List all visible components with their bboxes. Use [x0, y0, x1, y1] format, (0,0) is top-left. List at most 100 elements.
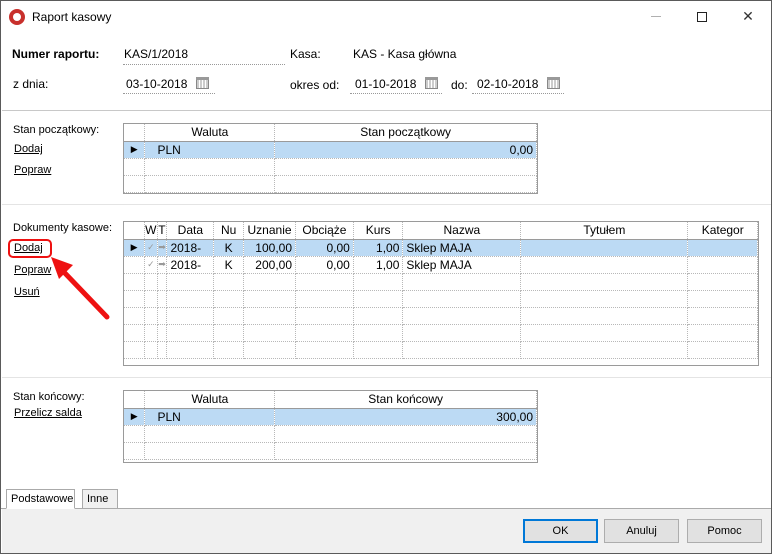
maximize-button[interactable] — [679, 1, 725, 32]
minimize-button[interactable] — [633, 1, 679, 32]
opening-edit-link[interactable]: Popraw — [14, 164, 51, 176]
column-header-t[interactable]: T — [157, 222, 168, 240]
table-row[interactable] — [124, 175, 537, 193]
close-button[interactable]: ✕ — [725, 1, 771, 32]
credit-cell: 100,00 — [243, 239, 296, 257]
minimize-icon — [651, 16, 661, 17]
number-cell: K — [213, 256, 245, 274]
table-row[interactable]: ▶ ✓ ➡ 2018- K 100,00 0,00 1,00 Sklep MAJ… — [124, 239, 758, 257]
rate-cell: 1,00 — [353, 239, 404, 257]
dialog-footer: OK Anuluj Pomoc — [2, 509, 771, 553]
arrow-icon: ➡ — [157, 239, 168, 257]
title-bar: Raport kasowy ✕ — [1, 1, 771, 32]
row-indicator-header — [124, 391, 146, 409]
documents-edit-link[interactable]: Popraw — [14, 264, 51, 276]
number-cell: K — [213, 239, 245, 257]
currency-cell: PLN — [144, 408, 276, 426]
check-icon: ✓ — [144, 239, 158, 257]
column-header-stan-poczatkowy[interactable]: Stan początkowy — [274, 124, 537, 142]
cancel-button[interactable]: Anuluj — [604, 519, 679, 543]
triangle-right-icon: ▶ — [124, 408, 146, 426]
title-cell — [520, 256, 689, 274]
section-separator — [2, 204, 771, 205]
column-header-data[interactable]: Data — [166, 222, 215, 240]
table-row[interactable]: ✓ ➡ 2018- K 200,00 0,00 1,00 Sklep MAJA — [124, 256, 758, 274]
check-icon: ✓ — [144, 256, 158, 274]
date-label: z dnia: — [13, 77, 49, 91]
table-row[interactable] — [124, 307, 758, 325]
closing-balance-label: Stan końcowy: — [13, 391, 85, 403]
report-number-label: Numer raportu: — [12, 47, 100, 61]
calendar-icon[interactable] — [425, 77, 438, 89]
date-cell: 2018- — [166, 239, 215, 257]
period-from-underline — [350, 93, 442, 94]
date-underline — [123, 93, 215, 94]
debit-cell: 0,00 — [295, 256, 354, 274]
section-separator — [2, 377, 771, 378]
name-cell: Sklep MAJA — [402, 256, 522, 274]
column-header-obciazenie[interactable]: Obciąże — [295, 222, 354, 240]
title-cell — [520, 239, 689, 257]
table-row[interactable] — [124, 442, 537, 460]
tab-podstawowe[interactable]: Podstawowe — [6, 489, 75, 509]
column-header-nu[interactable]: Nu — [213, 222, 245, 240]
maximize-icon — [697, 11, 707, 22]
column-header-uznanie[interactable]: Uznanie — [243, 222, 296, 240]
table-row[interactable] — [124, 324, 758, 342]
triangle-right-icon: ▶ — [124, 239, 146, 257]
recalculate-balances-link[interactable]: Przelicz salda — [14, 407, 82, 419]
column-header-nazwa[interactable]: Nazwa — [402, 222, 522, 240]
report-number-value[interactable]: KAS/1/2018 — [124, 47, 188, 61]
table-row[interactable]: ▶ PLN 0,00 — [124, 141, 537, 159]
date-cell: 2018- — [166, 256, 215, 274]
table-row[interactable]: ▶ PLN 300,00 — [124, 408, 537, 426]
credit-cell: 200,00 — [243, 256, 296, 274]
table-row[interactable] — [124, 290, 758, 308]
app-logo-icon — [9, 9, 25, 25]
column-header-kategoria[interactable]: Kategor — [687, 222, 758, 240]
period-to-field[interactable]: 02-10-2018 — [477, 77, 538, 91]
row-indicator-header — [124, 222, 146, 240]
table-row[interactable] — [124, 341, 758, 359]
closing-balance-grid[interactable]: Waluta Stan końcowy ▶ PLN 300,00 — [123, 390, 538, 463]
column-header-stan-koncowy[interactable]: Stan końcowy — [274, 391, 537, 409]
tab-inne[interactable]: Inne — [82, 489, 118, 509]
period-from-label: okres od: — [290, 78, 340, 92]
close-icon: ✕ — [742, 8, 754, 24]
opening-balance-grid[interactable]: Waluta Stan początkowy ▶ PLN 0,00 — [123, 123, 538, 194]
column-header-w[interactable]: W — [144, 222, 158, 240]
calendar-icon[interactable] — [547, 77, 560, 89]
period-to-label: do: — [451, 78, 468, 92]
kasa-value[interactable]: KAS - Kasa główna — [353, 47, 456, 61]
amount-cell: 300,00 — [274, 408, 537, 426]
category-cell — [687, 256, 758, 274]
calendar-icon[interactable] — [196, 77, 209, 89]
rate-cell: 1,00 — [353, 256, 404, 274]
currency-cell: PLN — [144, 141, 276, 159]
opening-add-link[interactable]: Dodaj — [14, 143, 43, 155]
table-row[interactable] — [124, 425, 537, 443]
column-header-waluta[interactable]: Waluta — [144, 124, 276, 142]
column-header-kurs[interactable]: Kurs — [353, 222, 404, 240]
date-field[interactable]: 03-10-2018 — [126, 77, 187, 91]
column-header-waluta[interactable]: Waluta — [144, 391, 276, 409]
annotation-highlight-box — [8, 239, 52, 258]
arrow-icon: ➡ — [157, 256, 168, 274]
documents-label: Dokumenty kasowe: — [13, 222, 113, 234]
name-cell: Sklep MAJA — [402, 239, 522, 257]
documents-delete-link[interactable]: Usuń — [14, 286, 40, 298]
report-number-underline — [123, 64, 285, 65]
window-title: Raport kasowy — [32, 10, 112, 24]
period-from-field[interactable]: 01-10-2018 — [355, 77, 416, 91]
category-cell — [687, 239, 758, 257]
column-header-tytulem[interactable]: Tytułem — [520, 222, 689, 240]
table-row[interactable] — [124, 273, 758, 291]
ok-button[interactable]: OK — [523, 519, 598, 543]
form-body: Numer raportu: KAS/1/2018 Kasa: KAS - Ka… — [2, 32, 771, 490]
documents-grid[interactable]: W T Data Nu Uznanie Obciąże Kurs Nazwa T… — [123, 221, 759, 366]
raport-kasowy-window: Raport kasowy ✕ Numer raportu: KAS/1/201… — [0, 0, 772, 554]
debit-cell: 0,00 — [295, 239, 354, 257]
row-indicator-header — [124, 124, 146, 142]
table-row[interactable] — [124, 158, 537, 176]
help-button[interactable]: Pomoc — [687, 519, 762, 543]
